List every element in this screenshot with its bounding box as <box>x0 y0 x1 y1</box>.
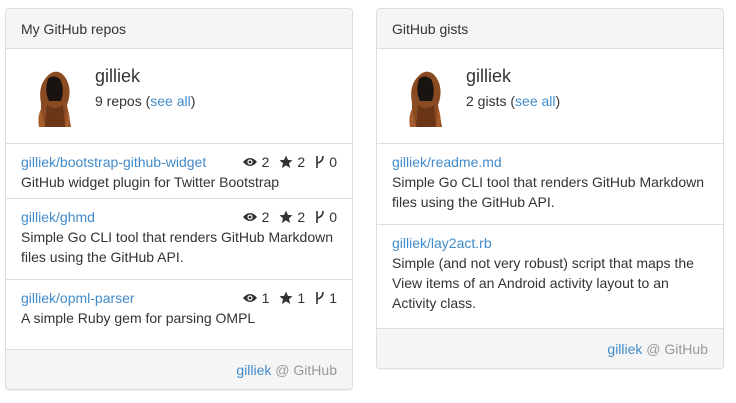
gist-item: gilliek/readme.md Simple Go CLI tool tha… <box>377 144 723 225</box>
see-all-open: ( <box>141 93 151 109</box>
see-all-open: ( <box>506 93 516 109</box>
fork-icon <box>316 155 325 168</box>
stars-stat: 2 <box>279 207 305 227</box>
forks-count: 0 <box>329 154 337 170</box>
gist-description: Simple (and not very robust) script that… <box>392 255 694 311</box>
forks-stat: 0 <box>315 207 337 227</box>
forks-stat: 0 <box>315 152 337 172</box>
see-all-close: ) <box>555 93 561 109</box>
repo-stats: 2 2 0 <box>242 207 337 227</box>
repos-panel-heading: My GitHub repos <box>6 9 352 49</box>
repo-item: gilliek/opml-parser 1 1 1 A simple Ruby … <box>6 280 352 340</box>
footer-suffix: @ GitHub <box>271 362 337 378</box>
repo-item: gilliek/ghmd 2 2 0 Simple Go CLI tool th… <box>6 199 352 280</box>
gists-panel-heading: GitHub gists <box>377 9 723 49</box>
repos-count: 9 repos (see all) <box>95 91 195 111</box>
forks-count: 0 <box>329 209 337 225</box>
gists-panel: GitHub gists gilliek 2 gists (see all) g… <box>376 8 724 369</box>
fork-icon <box>316 210 325 223</box>
repo-stats: 1 1 1 <box>242 288 337 308</box>
repo-description: GitHub widget plugin for Twitter Bootstr… <box>21 174 280 190</box>
watchers-count: 2 <box>261 209 270 225</box>
repo-description: A simple Ruby gem for parsing OMPL <box>21 310 256 326</box>
avatar <box>409 71 442 127</box>
watchers-count: 1 <box>261 290 270 306</box>
eye-icon <box>242 158 257 166</box>
star-icon <box>279 210 293 223</box>
watchers-count: 2 <box>261 154 270 170</box>
fork-icon <box>316 291 325 304</box>
footer-user-link[interactable]: gilliek <box>236 362 271 378</box>
gists-count-text: 2 gists <box>466 93 507 109</box>
stars-stat: 2 <box>279 152 305 172</box>
see-all-close: ) <box>190 93 196 109</box>
gist-link[interactable]: gilliek/readme.md <box>392 152 708 172</box>
forks-stat: 1 <box>315 288 337 308</box>
eye-icon <box>242 294 257 302</box>
repos-panel-footer: gilliek @ GitHub <box>6 349 352 389</box>
star-icon <box>279 155 293 168</box>
watchers-stat: 2 <box>242 207 270 227</box>
see-all-repos-link[interactable]: see all <box>150 93 190 109</box>
see-all-gists-link[interactable]: see all <box>515 93 555 109</box>
gists-panel-footer: gilliek @ GitHub <box>377 328 723 368</box>
watchers-stat: 2 <box>242 152 270 172</box>
footer-user-link[interactable]: gilliek <box>607 341 642 357</box>
gists-count: 2 gists (see all) <box>466 91 560 111</box>
avatar <box>38 71 71 127</box>
gists-profile-username: gilliek <box>466 66 512 86</box>
repo-stats: 2 2 0 <box>242 152 337 172</box>
star-icon <box>279 291 293 304</box>
gist-item: gilliek/lay2act.rb Simple (and not very … <box>377 225 723 329</box>
stars-count: 1 <box>297 290 306 306</box>
stars-stat: 1 <box>279 288 305 308</box>
repos-count-text: 9 repos <box>95 93 142 109</box>
eye-icon <box>242 213 257 221</box>
gist-description: Simple Go CLI tool that renders GitHub M… <box>392 174 705 210</box>
repos-profile: gilliek 9 repos (see all) <box>6 49 352 144</box>
repos-panel: My GitHub repos gilliek 9 repos (see all… <box>5 8 353 390</box>
repo-description: Simple Go CLI tool that renders GitHub M… <box>21 229 334 265</box>
repos-profile-username: gilliek <box>95 66 141 86</box>
forks-count: 1 <box>329 290 337 306</box>
footer-suffix: @ GitHub <box>642 341 708 357</box>
gists-profile: gilliek 2 gists (see all) <box>377 49 723 144</box>
stars-count: 2 <box>297 209 306 225</box>
stars-count: 2 <box>297 154 306 170</box>
repo-item: gilliek/bootstrap-github-widget 2 2 0 Gi… <box>6 144 352 199</box>
gist-link[interactable]: gilliek/lay2act.rb <box>392 233 708 253</box>
watchers-stat: 1 <box>242 288 270 308</box>
